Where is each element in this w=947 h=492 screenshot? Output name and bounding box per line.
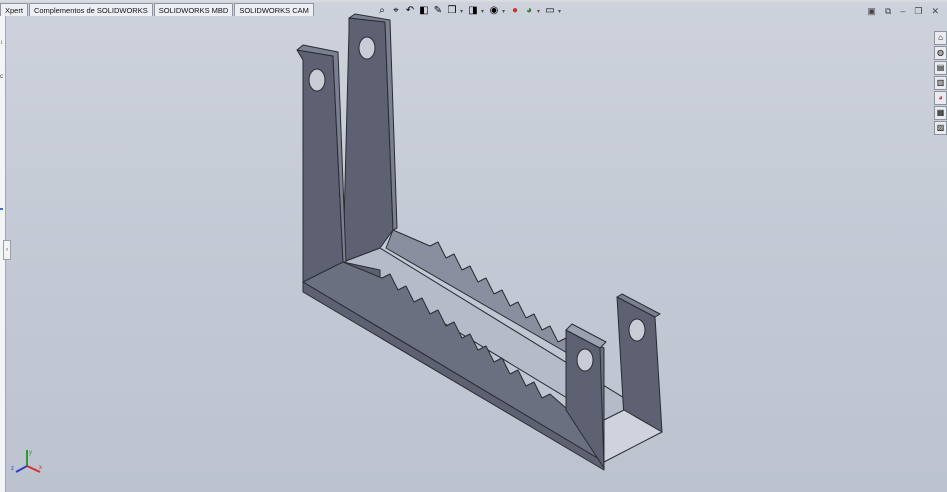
z-axis-line — [15, 465, 28, 473]
right-front-plate-hole — [576, 348, 594, 372]
model-viewport[interactable] — [0, 0, 947, 492]
x-axis-label: x — [39, 465, 42, 471]
front-plate-hole — [308, 68, 326, 92]
z-axis-label: z — [11, 466, 14, 472]
back-plate-hole — [358, 36, 376, 60]
right-back-plate-hole — [628, 318, 646, 342]
bracket-part-model[interactable] — [296, 13, 663, 471]
y-axis-label: y — [29, 450, 32, 456]
reference-triad: y x z — [11, 450, 42, 473]
